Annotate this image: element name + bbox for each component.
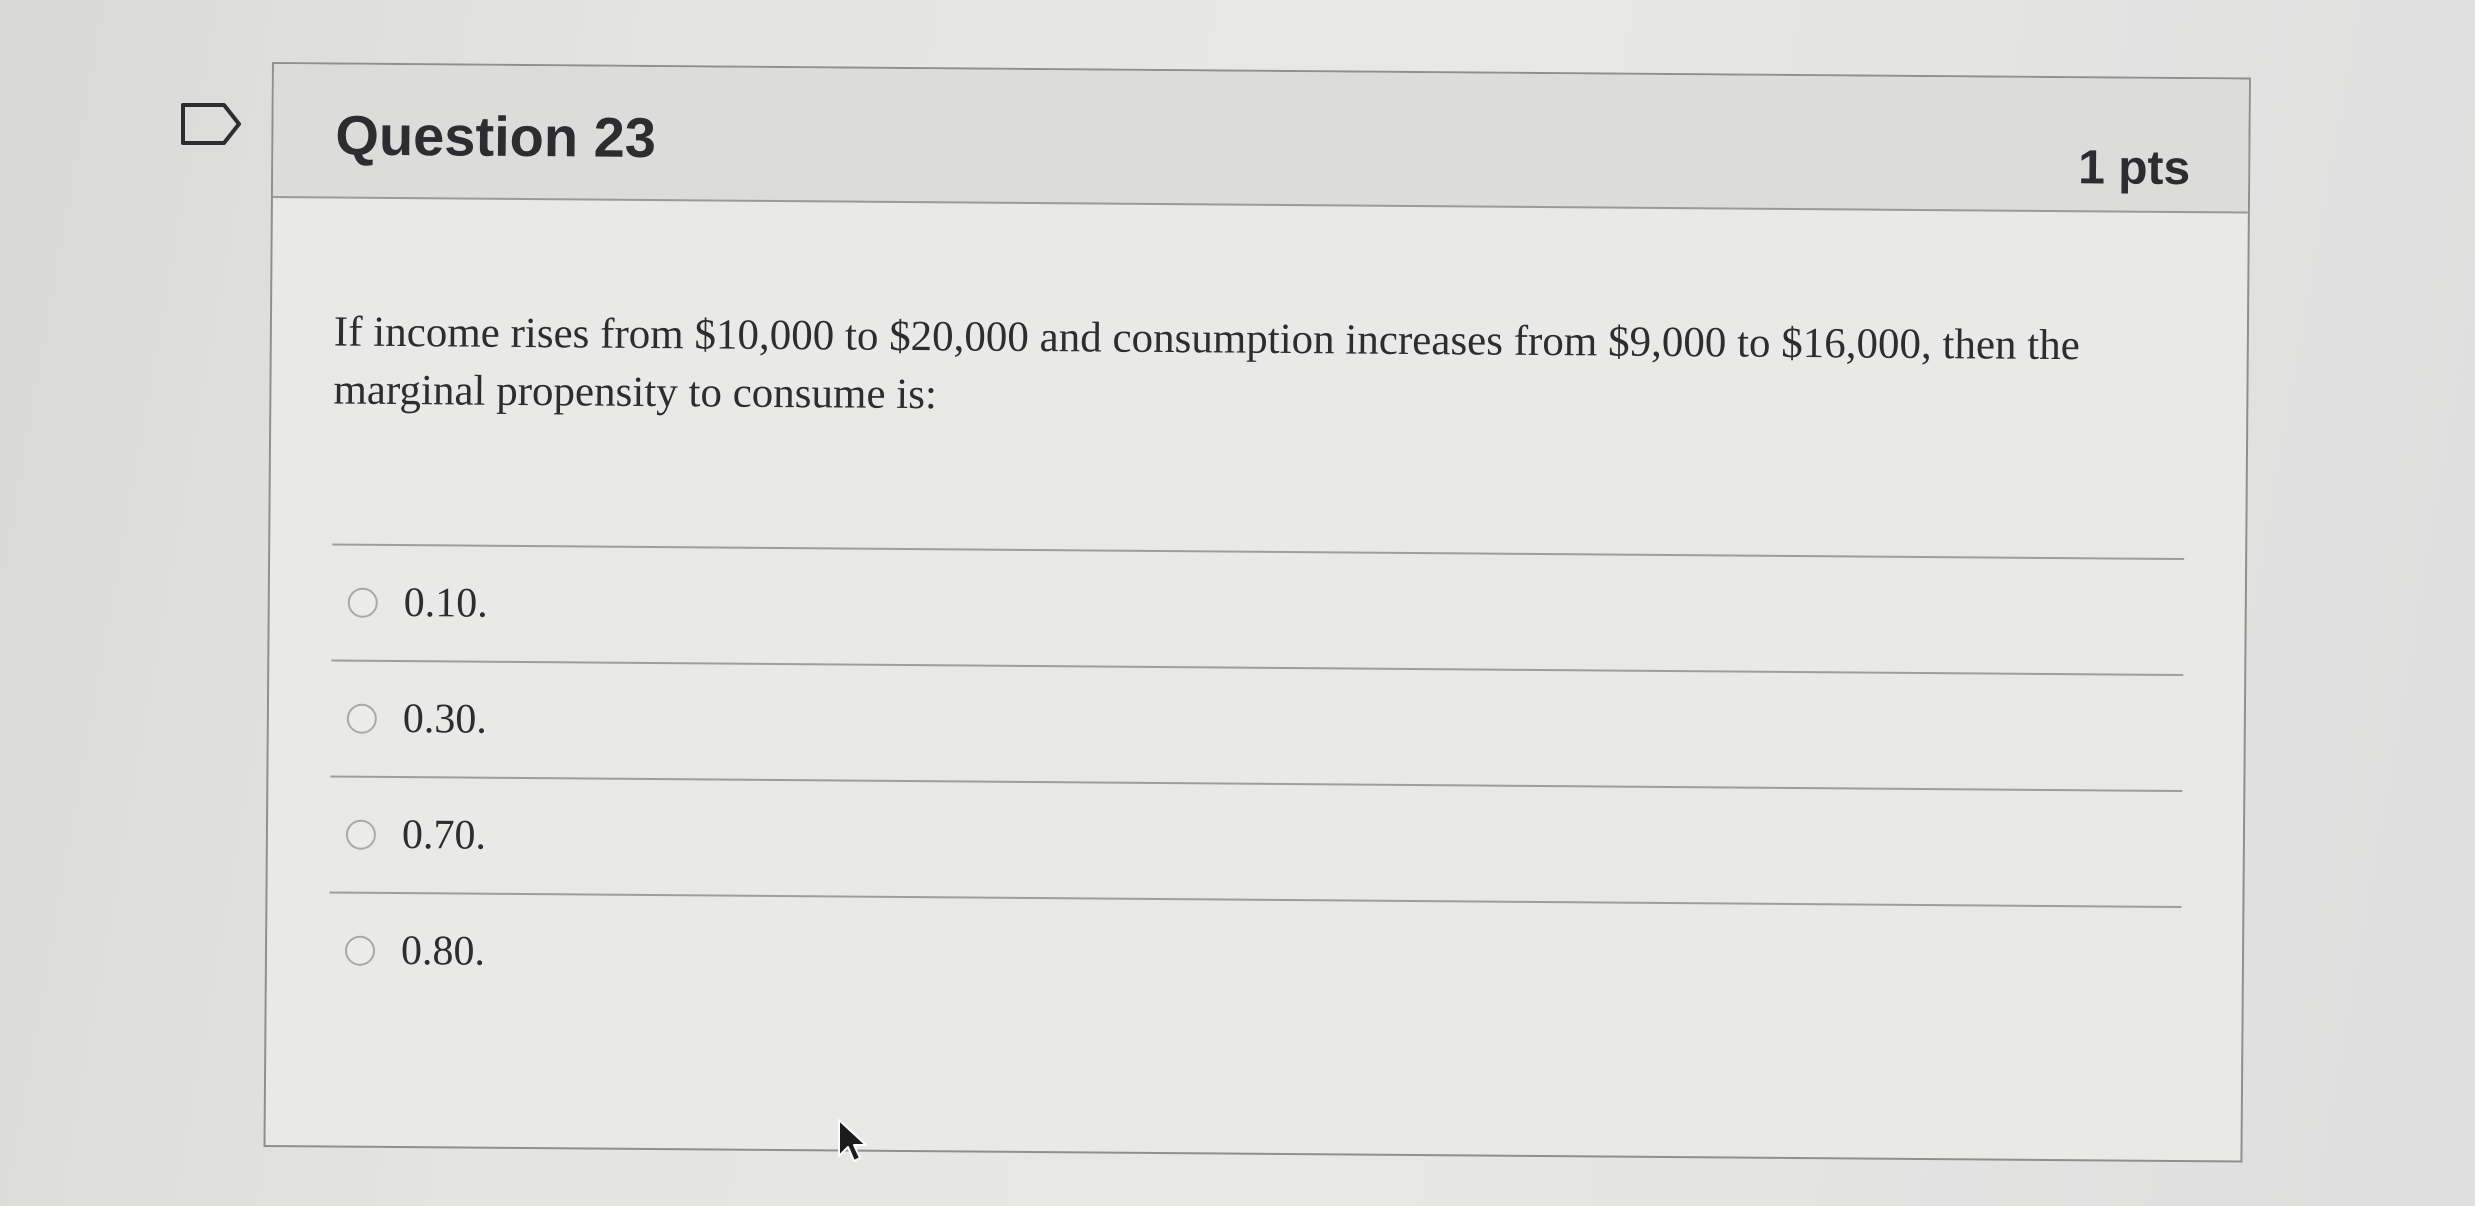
mouse-pointer-icon	[838, 1119, 867, 1162]
question-title: Question 23	[335, 103, 657, 170]
answer-option[interactable]: 0.80.	[328, 891, 2182, 1023]
answer-label[interactable]: 0.70.	[402, 811, 486, 860]
answer-list: 0.10. 0.30. 0.70. 0.80.	[328, 543, 2185, 1023]
answer-label[interactable]: 0.80.	[401, 927, 485, 976]
answer-label[interactable]: 0.30.	[403, 695, 487, 744]
radio-button[interactable]	[344, 935, 376, 966]
question-card: Question 23 1 pts If income rises from $…	[263, 62, 2251, 1163]
question-points: 1 pts	[2077, 141, 2191, 196]
answer-option[interactable]: 0.30.	[330, 659, 2184, 791]
answer-option[interactable]: 0.70.	[329, 775, 2183, 907]
flag-question-icon[interactable]	[180, 102, 242, 146]
answer-label[interactable]: 0.10.	[404, 579, 488, 628]
radio-button[interactable]	[346, 703, 377, 734]
question-header: Question 23 1 pts	[272, 64, 2249, 214]
answer-option[interactable]: 0.10.	[331, 543, 2185, 675]
radio-button[interactable]	[345, 819, 377, 850]
question-text: If income rises from $10,000 to $20,000 …	[333, 308, 2080, 419]
radio-button[interactable]	[347, 587, 378, 618]
